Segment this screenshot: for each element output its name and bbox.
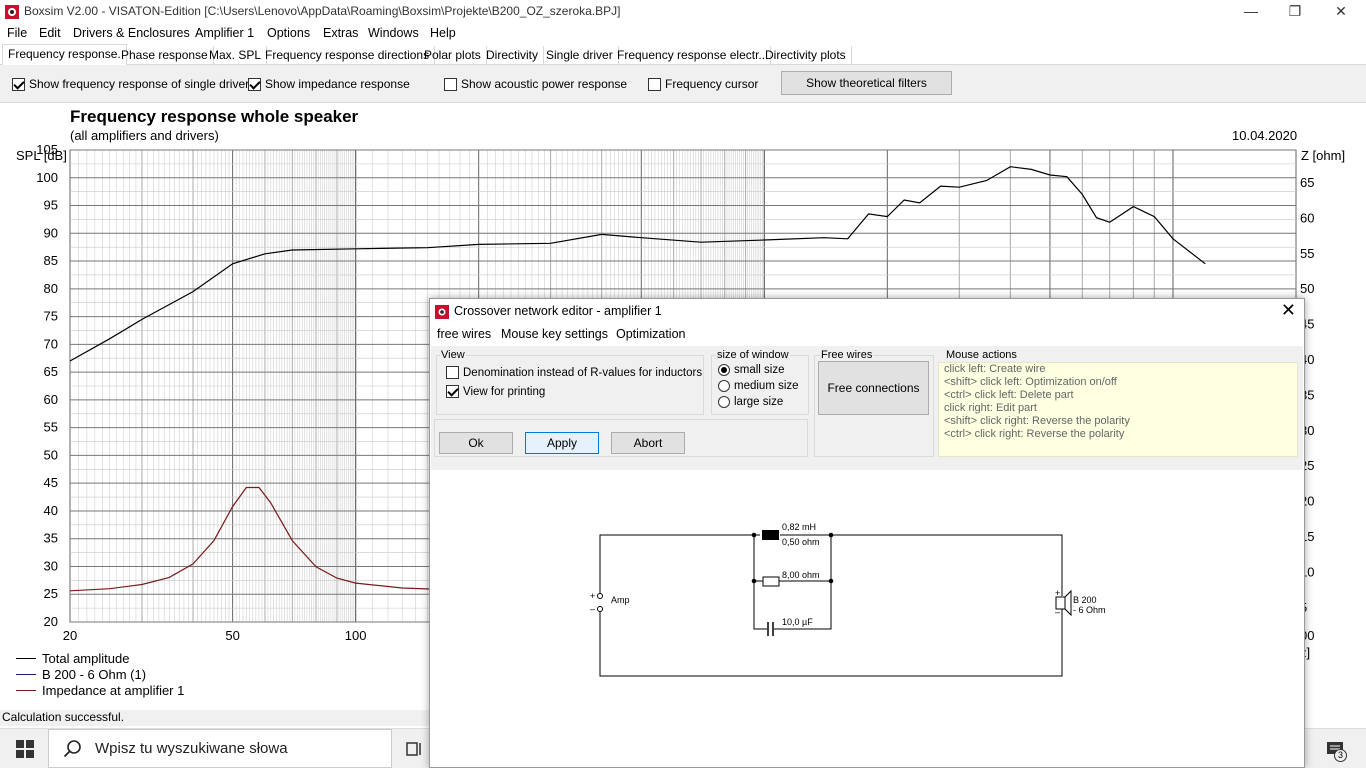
y-tick-left: 20 <box>44 614 58 629</box>
mouse-action-line: <ctrl> click left: Delete part <box>944 389 1074 401</box>
y-tick-right: 65 <box>1300 175 1314 190</box>
y-tick-left: 95 <box>44 198 58 213</box>
x-tick: 20 <box>63 628 77 643</box>
status-bar: Calculation successful. <box>0 710 430 726</box>
free-connections-button[interactable]: Free connections <box>818 361 929 415</box>
legend-swatch <box>16 658 36 659</box>
view-group-label: View <box>440 349 466 361</box>
view-for-printing-label: View for printing <box>463 385 546 398</box>
y-tick-left: 30 <box>44 558 58 573</box>
checkbox-box[interactable] <box>446 385 459 398</box>
x-tick: 100 <box>345 628 367 643</box>
amp-minus-sign: – <box>590 604 596 614</box>
mouse-action-line: <shift> click left: Optimization on/off <box>944 376 1117 388</box>
legend-label: Total amplitude <box>42 651 130 666</box>
dialog-app-icon <box>435 305 449 319</box>
y-tick-left: 70 <box>44 336 58 351</box>
y-tick-left: 65 <box>44 364 58 379</box>
driver-plus-sign: + <box>1055 588 1061 598</box>
driver-label-impedance: - 6 Ohm <box>1073 605 1106 615</box>
mouse-action-line: click right: Edit part <box>944 402 1037 414</box>
medium-size-label: medium size <box>734 380 799 392</box>
driver-minus-sign: – <box>1055 607 1061 617</box>
y-tick-right: 50 <box>1300 281 1314 296</box>
driver-label-name: B 200 <box>1073 595 1097 605</box>
dialog-menu-free-wires[interactable]: free wires <box>437 327 491 341</box>
ok-button[interactable]: Ok <box>439 432 513 454</box>
radio-dot[interactable] <box>718 364 730 376</box>
view-for-printing-checkbox[interactable]: View for printing <box>446 385 545 398</box>
y-tick-left: 80 <box>44 281 58 296</box>
inductor-resistance-label: 0,50 ohm <box>782 537 820 547</box>
y-tick-left: 85 <box>44 253 58 268</box>
window-size-label: size of window <box>716 349 790 361</box>
windows-start-icon[interactable] <box>16 740 34 758</box>
mouse-action-line: <ctrl> click right: Reverse the polarity <box>944 428 1125 440</box>
y-tick-left: 90 <box>44 225 58 240</box>
y-tick-left: 100 <box>36 170 58 185</box>
free-wires-label: Free wires <box>820 349 874 361</box>
radio-dot[interactable] <box>718 380 730 392</box>
y-tick-left: 40 <box>44 503 58 518</box>
abort-button[interactable]: Abort <box>611 432 685 454</box>
taskbar-search-box[interactable]: Wpisz tu wyszukiwane słowa <box>48 729 392 768</box>
small-size-label: small size <box>734 364 785 376</box>
capacitor-value-label: 10,0 µF <box>782 617 813 627</box>
mouse-action-line: <shift> click right: Reverse the polarit… <box>944 415 1130 427</box>
dialog-menu-mouse-key-settings[interactable]: Mouse key settings <box>501 327 608 341</box>
checkbox-box[interactable] <box>446 366 459 379</box>
denomination-checkbox[interactable]: Denomination instead of R-values for ind… <box>446 366 702 379</box>
search-icon <box>63 739 81 757</box>
large-size-radio[interactable]: large size <box>718 396 783 408</box>
task-view-icon[interactable] <box>406 740 424 758</box>
y-tick-left: 25 <box>44 586 58 601</box>
legend-swatch <box>16 674 36 675</box>
legend-b200-driver: B 200 - 6 Ohm (1) <box>16 667 146 682</box>
radio-dot[interactable] <box>718 396 730 408</box>
small-size-radio[interactable]: small size <box>718 364 784 376</box>
dialog-title: Crossover network editor - amplifier 1 <box>454 304 662 318</box>
legend-label: B 200 - 6 Ohm (1) <box>42 667 147 682</box>
legend-impedance: Impedance at amplifier 1 <box>16 683 184 698</box>
amp-plus-sign: + <box>590 591 596 601</box>
y-tick-left: 45 <box>44 475 58 490</box>
inductor-value-label: 0,82 mH <box>782 522 817 532</box>
large-size-label: large size <box>734 396 784 408</box>
search-placeholder: Wpisz tu wyszukiwane słowa <box>95 740 288 757</box>
y-tick-left: 105 <box>36 142 58 157</box>
mouse-actions-label: Mouse actions <box>945 349 1018 361</box>
legend-label: Impedance at amplifier 1 <box>42 683 185 698</box>
notification-badge: 3 <box>1334 749 1347 762</box>
amp-label: Amp <box>611 595 630 605</box>
apply-button[interactable]: Apply <box>525 432 599 454</box>
y-tick-left: 75 <box>44 309 58 324</box>
y-tick-left: 35 <box>44 531 58 546</box>
mouse-action-line: click left: Create wire <box>944 363 1046 375</box>
y-tick-right: 55 <box>1300 246 1314 261</box>
medium-size-radio[interactable]: medium size <box>718 380 799 392</box>
y-tick-left: 60 <box>44 392 58 407</box>
legend-total-amplitude: Total amplitude <box>16 651 129 666</box>
y-tick-left: 55 <box>44 420 58 435</box>
resistor-value-label: 8,00 ohm <box>782 570 820 580</box>
dialog-close-button[interactable]: ✕ <box>1281 301 1296 319</box>
dialog-menu-optimization[interactable]: Optimization <box>616 327 685 341</box>
mouse-actions-list: click left: Create wire <shift> click le… <box>938 362 1298 457</box>
y-tick-left: 50 <box>44 447 58 462</box>
x-tick: 50 <box>225 628 239 643</box>
denomination-label: Denomination instead of R-values for ind… <box>463 366 703 379</box>
legend-swatch <box>16 690 36 691</box>
y-tick-right: 60 <box>1300 210 1314 225</box>
